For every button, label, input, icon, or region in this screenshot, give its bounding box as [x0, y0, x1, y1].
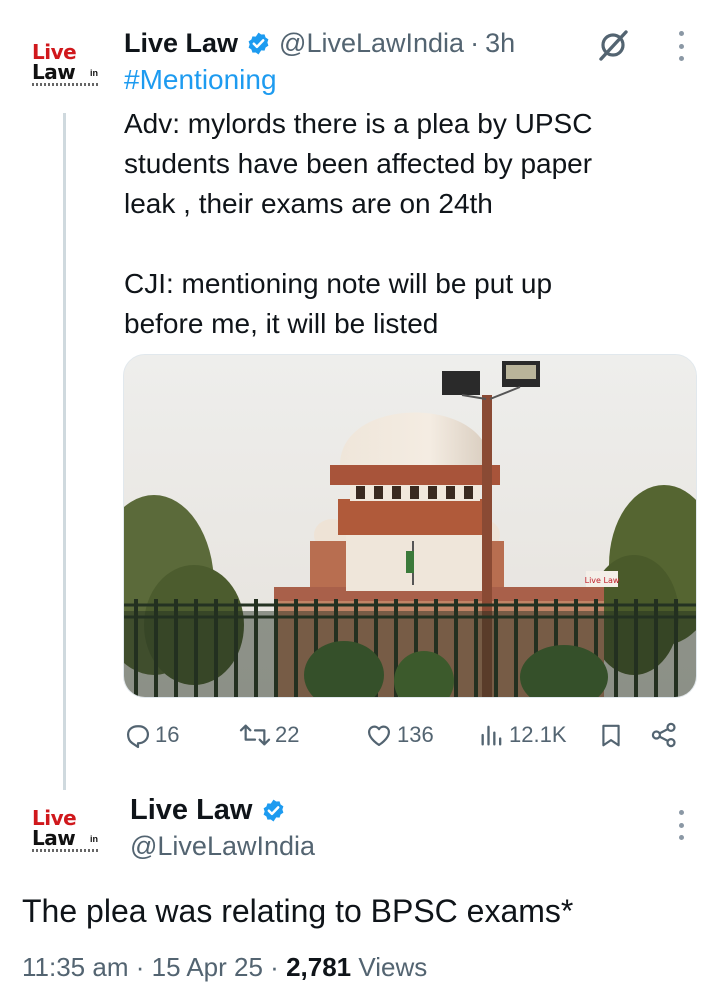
avatar-logo-tagline — [32, 83, 98, 86]
thread-connector-line — [63, 113, 66, 790]
image-watermark: Live Law — [585, 576, 620, 585]
reply-icon — [126, 725, 150, 749]
tweet-time[interactable]: 11:35 am — [22, 952, 128, 982]
reply-button[interactable]: 16 — [124, 716, 179, 754]
avatar-logo-suffix: in — [90, 68, 98, 78]
author-handle[interactable]: @LiveLawIndia — [279, 28, 464, 59]
views-count: 12.1K — [509, 722, 567, 747]
like-icon — [367, 725, 391, 747]
tweet-text: Adv: mylords there is a plea by UPSC stu… — [124, 108, 593, 339]
views-icon — [481, 725, 502, 746]
views-count: 2,781 — [286, 952, 352, 982]
avatar-logo-tagline — [32, 849, 98, 852]
verified-icon — [263, 799, 283, 822]
views-label: Views — [358, 952, 428, 982]
separator-dot: · — [270, 952, 279, 982]
author-name[interactable]: Live Law — [124, 28, 238, 59]
tweet-action-bar: 16 22 136 12.1K — [124, 716, 684, 754]
hashtag-link[interactable]: #Mentioning — [124, 64, 277, 96]
tweet-image[interactable]: Live Law — [123, 354, 697, 698]
tweet-time[interactable]: 3h — [485, 28, 515, 59]
bookmark-button[interactable] — [598, 716, 627, 754]
avatar-logo-law: Law — [32, 826, 76, 850]
tweet-date[interactable]: 15 Apr 25 — [152, 952, 263, 982]
avatar[interactable]: Live Law in — [32, 40, 98, 104]
reply-count: 16 — [155, 722, 180, 747]
like-button[interactable]: 136 — [364, 716, 434, 754]
share-icon — [651, 722, 676, 748]
separator-dot: · — [470, 27, 480, 58]
avatar[interactable]: Live Law in — [32, 806, 98, 870]
views-button[interactable]: 12.1K — [478, 716, 567, 754]
tweet-text: The plea was relating to BPSC exams* — [22, 893, 574, 929]
author-handle[interactable]: @LiveLawIndia — [130, 831, 315, 862]
grok-icon[interactable] — [596, 28, 630, 62]
verified-icon — [248, 32, 269, 54]
share-button[interactable] — [650, 716, 681, 754]
supreme-court-photo: Live Law — [124, 355, 696, 697]
author-name[interactable]: Live Law — [130, 794, 253, 827]
author-name-row[interactable]: Live Law — [130, 794, 294, 827]
like-count: 136 — [397, 722, 434, 747]
tweet-header: Live Law @LiveLawIndia · 3h — [124, 24, 515, 62]
avatar-logo-suffix: in — [90, 834, 98, 844]
bookmark-icon — [602, 724, 620, 747]
repost-count: 22 — [275, 722, 300, 747]
more-icon[interactable] — [676, 810, 686, 840]
tweet-meta: 11:35 am · 15 Apr 25 · 2,781 Views — [22, 952, 427, 983]
repost-button[interactable]: 22 — [238, 716, 299, 754]
repost-icon — [239, 724, 271, 746]
avatar-logo-law: Law — [32, 60, 76, 84]
more-icon[interactable] — [676, 31, 686, 61]
separator-dot: · — [135, 952, 145, 982]
